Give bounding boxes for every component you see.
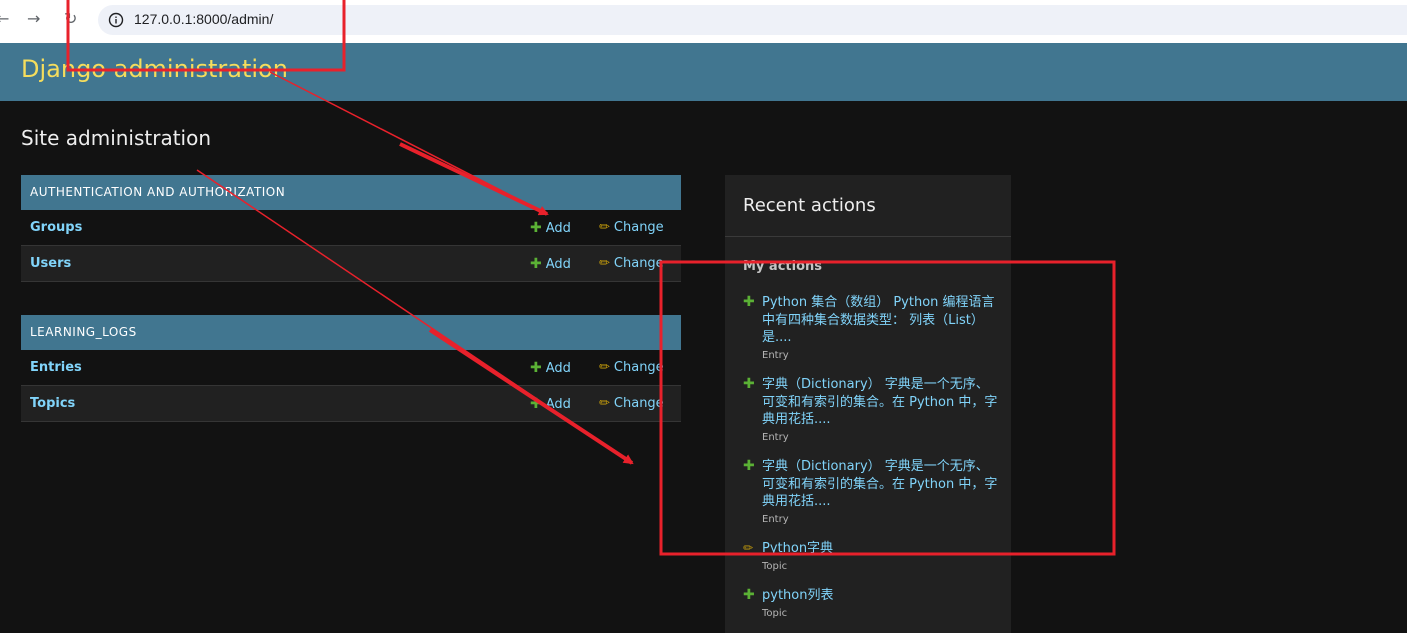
annotation-overlay xyxy=(66,0,1116,556)
annotation-arrow xyxy=(399,142,549,216)
annotation-box-url xyxy=(66,0,346,72)
annotation-box-actions xyxy=(659,260,1116,556)
annotation-arrow xyxy=(428,328,634,465)
